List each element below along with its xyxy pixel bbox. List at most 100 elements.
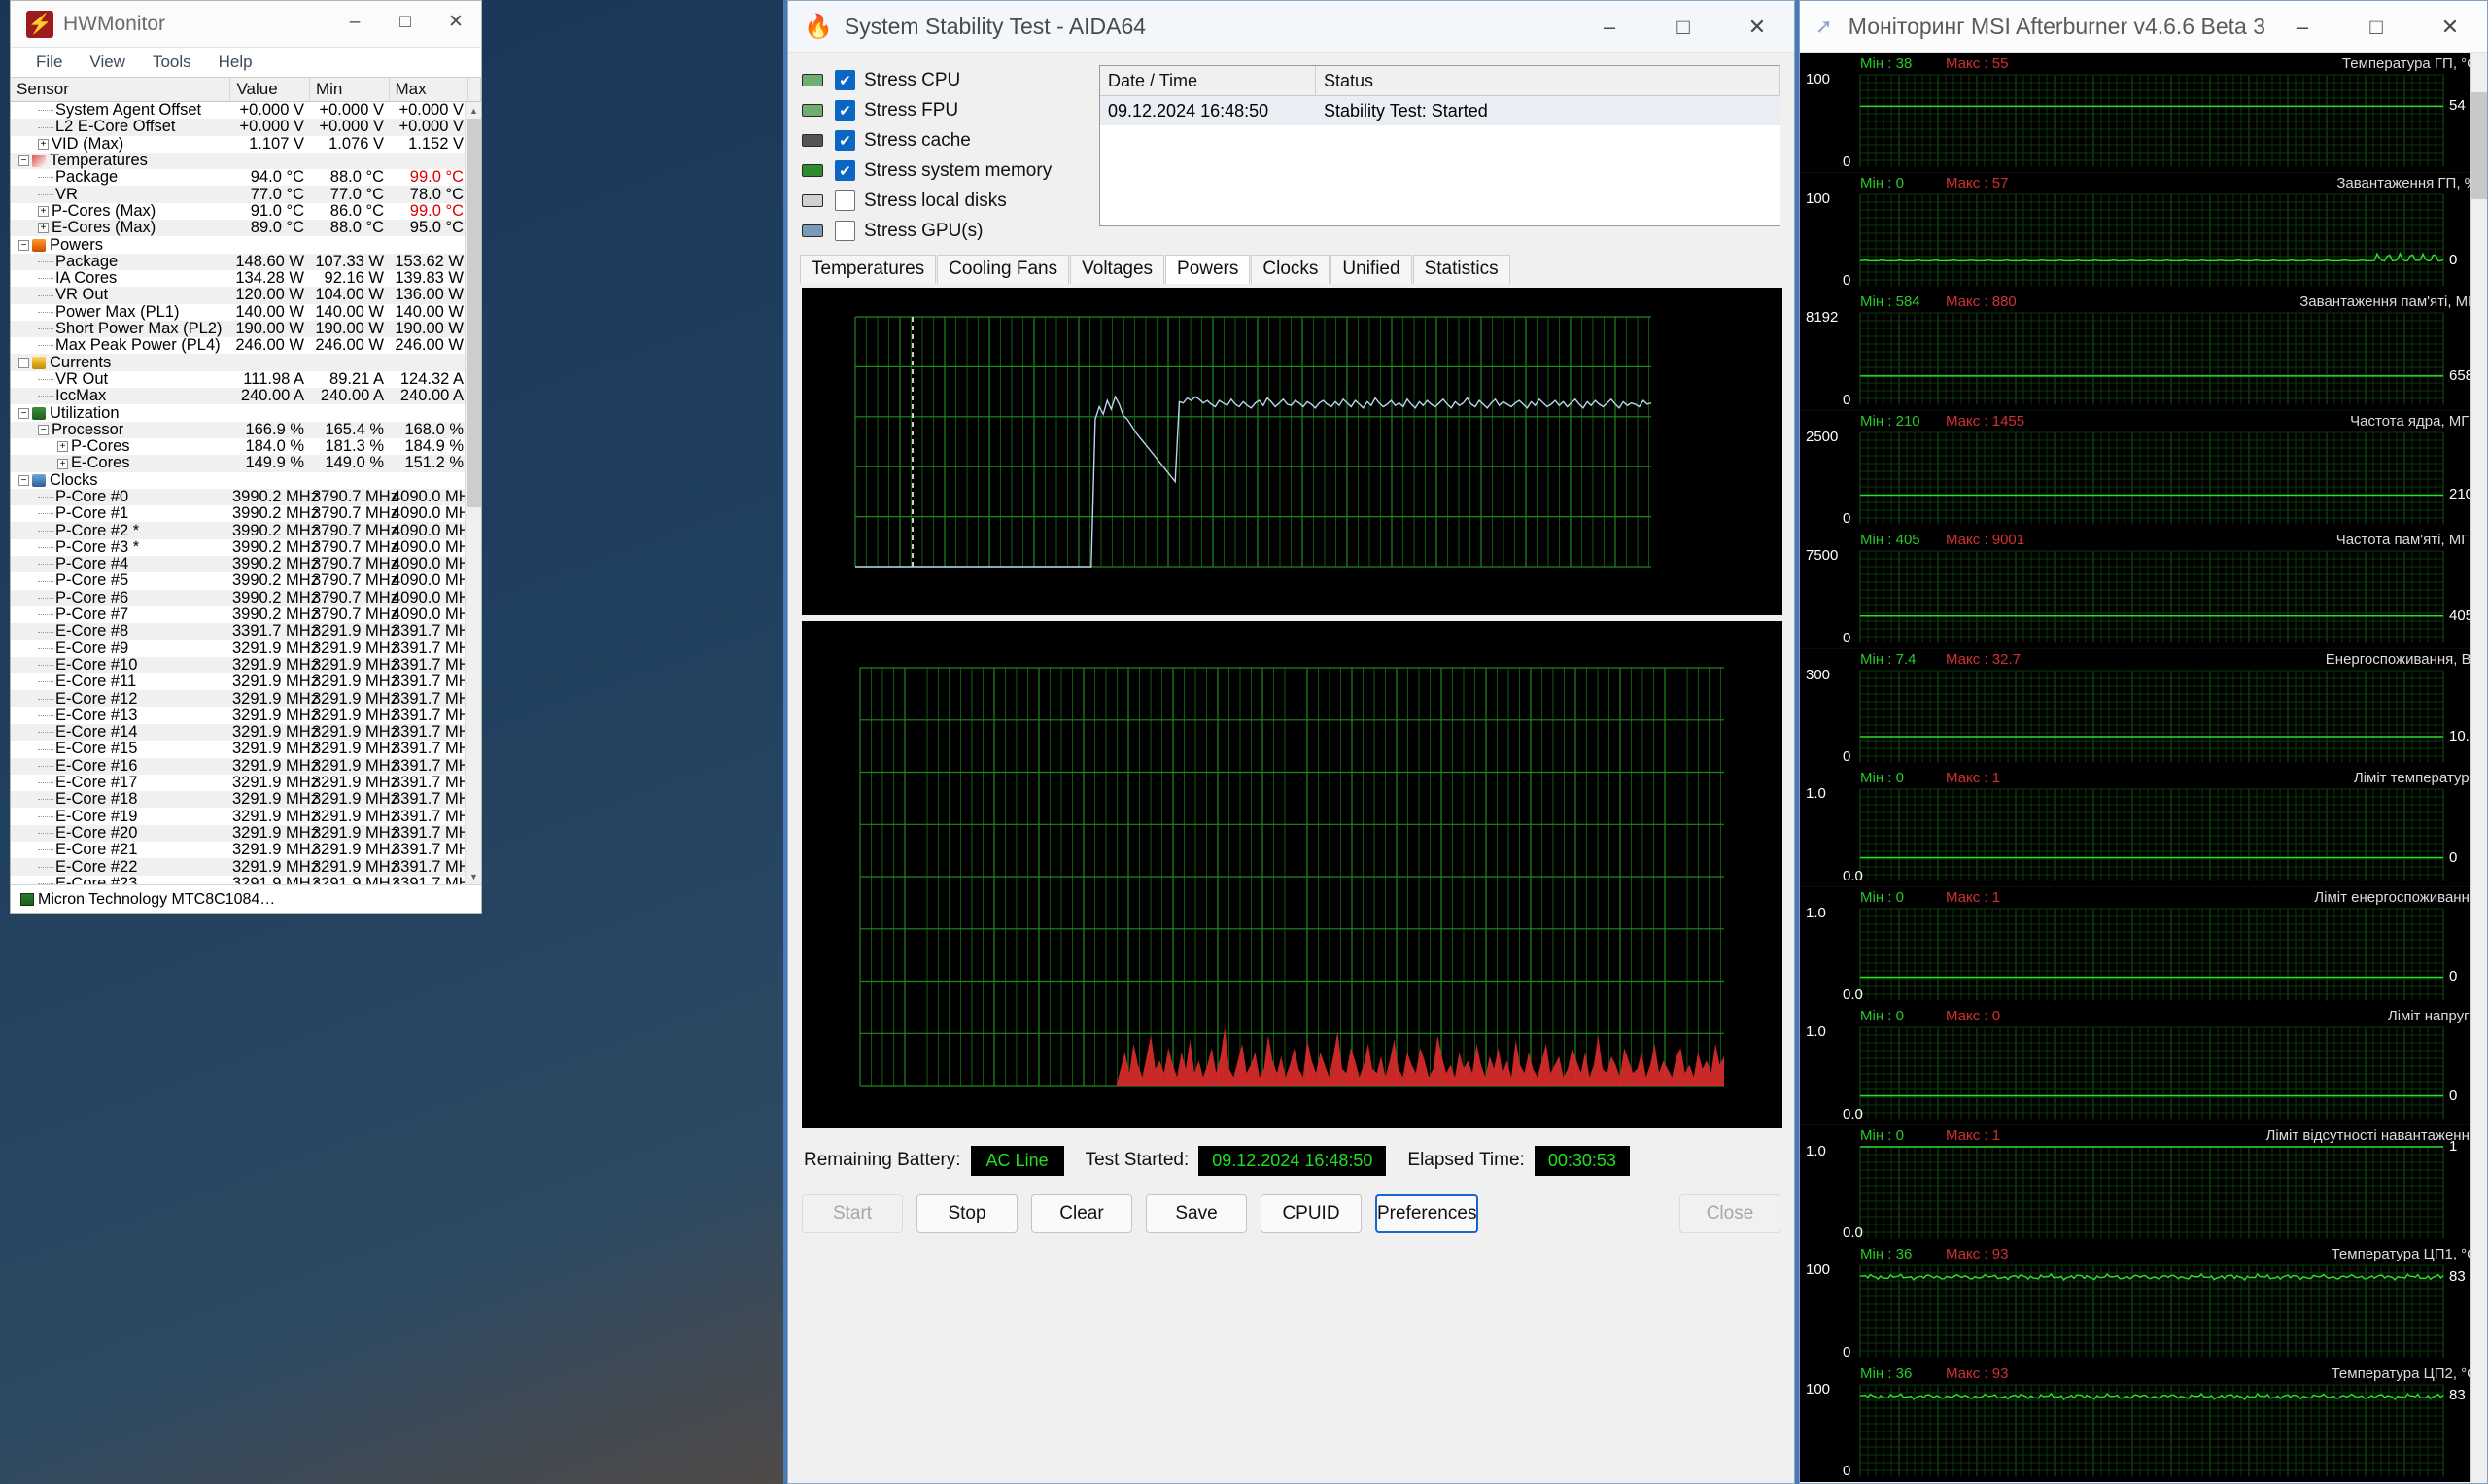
sensor-row[interactable]: P-Core #2 * 3990.2 MHz 3790.7 MHz 4090.0 MH… (11, 522, 481, 539)
collapse-icon[interactable]: − (18, 357, 29, 368)
checkbox-unchecked-icon[interactable] (835, 190, 855, 211)
stress-option[interactable]: ✔ Stress system memory (802, 155, 1093, 186)
checkbox-unchecked-icon[interactable] (835, 221, 855, 241)
afterburner-titlebar[interactable]: ➚ Моніторинг MSI Afterburner v4.6.6 Beta… (1800, 1, 2487, 53)
sensor-row[interactable]: − Temperatures (11, 152, 481, 170)
sensor-row[interactable]: − Processor 166.9 % 165.4 % 168.0 % (11, 421, 481, 438)
sensor-row[interactable]: E-Core #9 3291.9 MHz 3291.9 MHz 3391.7 MHz (11, 639, 481, 657)
sensor-row[interactable]: − Powers (11, 236, 481, 254)
sensor-row[interactable]: E-Core #22 3291.9 MHz 3291.9 MHz 3391.7 MHz (11, 858, 481, 876)
tab-temperatures[interactable]: Temperatures (800, 255, 937, 284)
afterburner-scrollbar[interactable] (2470, 53, 2487, 1482)
hwmonitor-column-headers[interactable]: Sensor Value Min Max (11, 77, 481, 102)
expand-icon[interactable]: + (38, 223, 49, 234)
stress-option[interactable]: ✔ Stress cache (802, 125, 1093, 155)
expand-icon[interactable]: + (57, 441, 68, 453)
column-header-max[interactable]: Max (390, 78, 469, 101)
tab-voltages[interactable]: Voltages (1070, 255, 1165, 284)
checkbox-checked-icon[interactable]: ✔ (835, 100, 855, 121)
menu-item-file[interactable]: File (22, 52, 76, 72)
sensor-row[interactable]: E-Core #19 3291.9 MHz 3291.9 MHz 3391.7 MHz (11, 808, 481, 825)
sensor-row[interactable]: P-Core #5 3990.2 MHz 3790.7 MHz 4090.0 MHz (11, 571, 481, 589)
preferences-button[interactable]: Preferences (1375, 1194, 1479, 1233)
sensor-row[interactable]: System Agent Offset +0.000 V +0.000 V +0.00… (11, 102, 481, 119)
clear-button[interactable]: Clear (1031, 1194, 1132, 1233)
expand-icon[interactable]: + (38, 138, 49, 150)
sensor-row[interactable]: E-Core #20 3291.9 MHz 3291.9 MHz 3391.7 MHz (11, 824, 481, 843)
afterburner-graph-stack[interactable]: Мін : 38 Макс : 55 Температура ГП, °C 100 0 5… (1800, 53, 2487, 1482)
sensor-row[interactable]: P-Core #4 3990.2 MHz 3790.7 MHz 4090.0 MHz (11, 555, 481, 573)
collapse-icon[interactable]: − (18, 407, 29, 419)
sensor-row[interactable]: E-Core #12 3291.9 MHz 3291.9 MHz 3391.7 MHz (11, 690, 481, 707)
afterburner-plot[interactable]: Мін : 38 Макс : 55 Температура ГП, °C 100 0 5… (1800, 53, 2487, 173)
sensor-row[interactable]: VR Out 111.98 A 89.21 A 124.32 A (11, 370, 481, 388)
menu-item-tools[interactable]: Tools (139, 52, 205, 72)
stability-log[interactable]: Date / Time Status 09.12.2024 16:48:50 S… (1099, 65, 1780, 226)
sensor-row[interactable]: IccMax 240.00 A 240.00 A 240.00 A (11, 387, 481, 405)
afterburner-window[interactable]: ➚ Моніторинг MSI Afterburner v4.6.6 Beta… (1799, 0, 2488, 1484)
tab-unified[interactable]: Unified (1330, 255, 1412, 284)
aida64-window[interactable]: 🔥 System Stability Test - AIDA64 ‒ □ ✕ ✔… (787, 0, 1795, 1484)
cpu-usage-chart[interactable]: CPU Usage | CPU Throttling (max: 18%) - … (802, 621, 1782, 1128)
checkbox-checked-icon[interactable]: ✔ (835, 70, 855, 90)
menu-item-help[interactable]: Help (205, 52, 266, 72)
hwmonitor-window[interactable]: ⚡ HWMonitor ‒ □ ✕ File View Tools Help Sens… (10, 0, 482, 914)
sensor-row[interactable]: E-Core #8 3391.7 MHz 3291.9 MHz 3391.7 MHz (11, 622, 481, 640)
afterburner-plot[interactable]: Мін : 36 Макс : 93 Температура ЦП1, °C 100 0… (1800, 1244, 2487, 1363)
close-button[interactable]: ✕ (431, 1, 481, 46)
sensor-row[interactable]: VR 77.0 °C 77.0 °C 78.0 °C (11, 186, 481, 203)
tab-cooling-fans[interactable]: Cooling Fans (937, 255, 1070, 284)
checkbox-checked-icon[interactable]: ✔ (835, 130, 855, 151)
afterburner-plot[interactable]: Мін : 0 Макс : 1 Ліміт енергоспоживання 1.0… (1800, 886, 2487, 1006)
aida64-tabbar[interactable]: Temperatures Cooling Fans Voltages Powers Cl… (788, 254, 1794, 284)
minimize-button[interactable]: ‒ (2265, 2, 2339, 52)
sensor-row[interactable]: E-Core #15 3291.9 MHz 3291.9 MHz 3391.7 MHz (11, 740, 481, 757)
sensor-row[interactable]: E-Core #13 3291.9 MHz 3291.9 MHz 3391.7 MHz (11, 707, 481, 724)
cpu-package-power-chart[interactable]: ✔ CPU Package 200 W 0 W 16:48:50 130.70 (802, 288, 1782, 615)
column-header-sensor[interactable]: Sensor (11, 78, 231, 101)
sensor-row[interactable]: E-Core #14 3291.9 MHz 3291.9 MHz 3391.7 MHz (11, 723, 481, 742)
stress-option[interactable]: Stress local disks (802, 186, 1093, 216)
sensor-row[interactable]: Package 94.0 °C 88.0 °C 99.0 °C (11, 168, 481, 186)
cpuid-button[interactable]: CPUID (1261, 1194, 1362, 1233)
sensor-row[interactable]: + P-Cores (Max) 91.0 °C 86.0 °C 99.0 °C (11, 202, 481, 220)
scroll-up-arrow[interactable]: ▲ (466, 102, 481, 119)
aida64-window-controls[interactable]: ‒ □ ✕ (1572, 2, 1794, 52)
column-header-value[interactable]: Value (230, 78, 310, 101)
stress-options-list[interactable]: ✔ Stress CPU ✔ Stress FPU ✔ Stress cache ✔ Stre… (802, 65, 1093, 246)
hwmonitor-window-controls[interactable]: ‒ □ ✕ (329, 1, 481, 50)
hwmonitor-titlebar[interactable]: ⚡ HWMonitor ‒ □ ✕ (11, 1, 481, 48)
sensor-row[interactable]: P-Core #6 3990.2 MHz 3790.7 MHz 4090.0 MHz (11, 589, 481, 606)
tab-clocks[interactable]: Clocks (1251, 255, 1330, 284)
hwmonitor-scrollbar[interactable]: ▲ ▼ (465, 102, 481, 884)
sensor-row[interactable]: E-Core #21 3291.9 MHz 3291.9 MHz 3391.7 MHz (11, 841, 481, 858)
afterburner-plot[interactable]: Мін : 210 Макс : 1455 Частота ядра, МГц 250… (1800, 410, 2487, 530)
sensor-row[interactable]: E-Core #10 3291.9 MHz 3291.9 MHz 3391.7 MHz (11, 656, 481, 674)
sensor-row[interactable]: E-Core #16 3291.9 MHz 3291.9 MHz 3391.7 MHz (11, 757, 481, 775)
stress-option[interactable]: ✔ Stress CPU (802, 65, 1093, 95)
close-button[interactable]: ✕ (2413, 2, 2487, 52)
sensor-row[interactable]: P-Core #7 3990.2 MHz 3790.7 MHz 4090.0 MHz (11, 605, 481, 623)
sensor-row[interactable]: − Currents (11, 354, 481, 371)
scrollbar-thumb[interactable] (2471, 92, 2487, 199)
sensor-row[interactable]: L2 E-Core Offset +0.000 V +0.000 V +0.000 V (11, 118, 481, 136)
sensor-row[interactable]: E-Core #17 3291.9 MHz 3291.9 MHz 3391.7 MHz (11, 774, 481, 791)
tab-statistics[interactable]: Statistics (1412, 255, 1510, 284)
maximize-button[interactable]: □ (380, 1, 431, 46)
sensor-row[interactable]: + VID (Max) 1.107 V 1.076 V 1.152 V (11, 135, 481, 153)
sensor-row[interactable]: P-Core #3 * 3990.2 MHz 3790.7 MHz 4090.0 MH… (11, 538, 481, 556)
column-header-min[interactable]: Min (310, 78, 390, 101)
sensor-row[interactable]: P-Core #1 3990.2 MHz 3790.7 MHz 4090.0 MHz (11, 504, 481, 522)
aida64-titlebar[interactable]: 🔥 System Stability Test - AIDA64 ‒ □ ✕ (788, 1, 1794, 53)
sensor-row[interactable]: + E-Cores (Max) 89.0 °C 88.0 °C 95.0 °C (11, 219, 481, 237)
sensor-row[interactable]: P-Core #0 3990.2 MHz 3790.7 MHz 4090.0 MHz (11, 488, 481, 506)
afterburner-plot[interactable]: Мін : 584 Макс : 880 Завантаження пам'яті,… (1800, 292, 2487, 411)
hwmonitor-sensor-tree[interactable]: System Agent Offset +0.000 V +0.000 V +0.00… (11, 102, 481, 884)
maximize-button[interactable]: □ (1646, 2, 1720, 52)
stress-option[interactable]: ✔ Stress FPU (802, 95, 1093, 125)
save-button[interactable]: Save (1146, 1194, 1247, 1233)
sensor-row[interactable]: Max Peak Power (PL4) 246.00 W 246.00 W 246.… (11, 336, 481, 354)
menu-item-view[interactable]: View (76, 52, 139, 72)
minimize-button[interactable]: ‒ (329, 1, 380, 46)
sensor-row[interactable]: IA Cores 134.28 W 92.16 W 139.83 W (11, 269, 481, 287)
